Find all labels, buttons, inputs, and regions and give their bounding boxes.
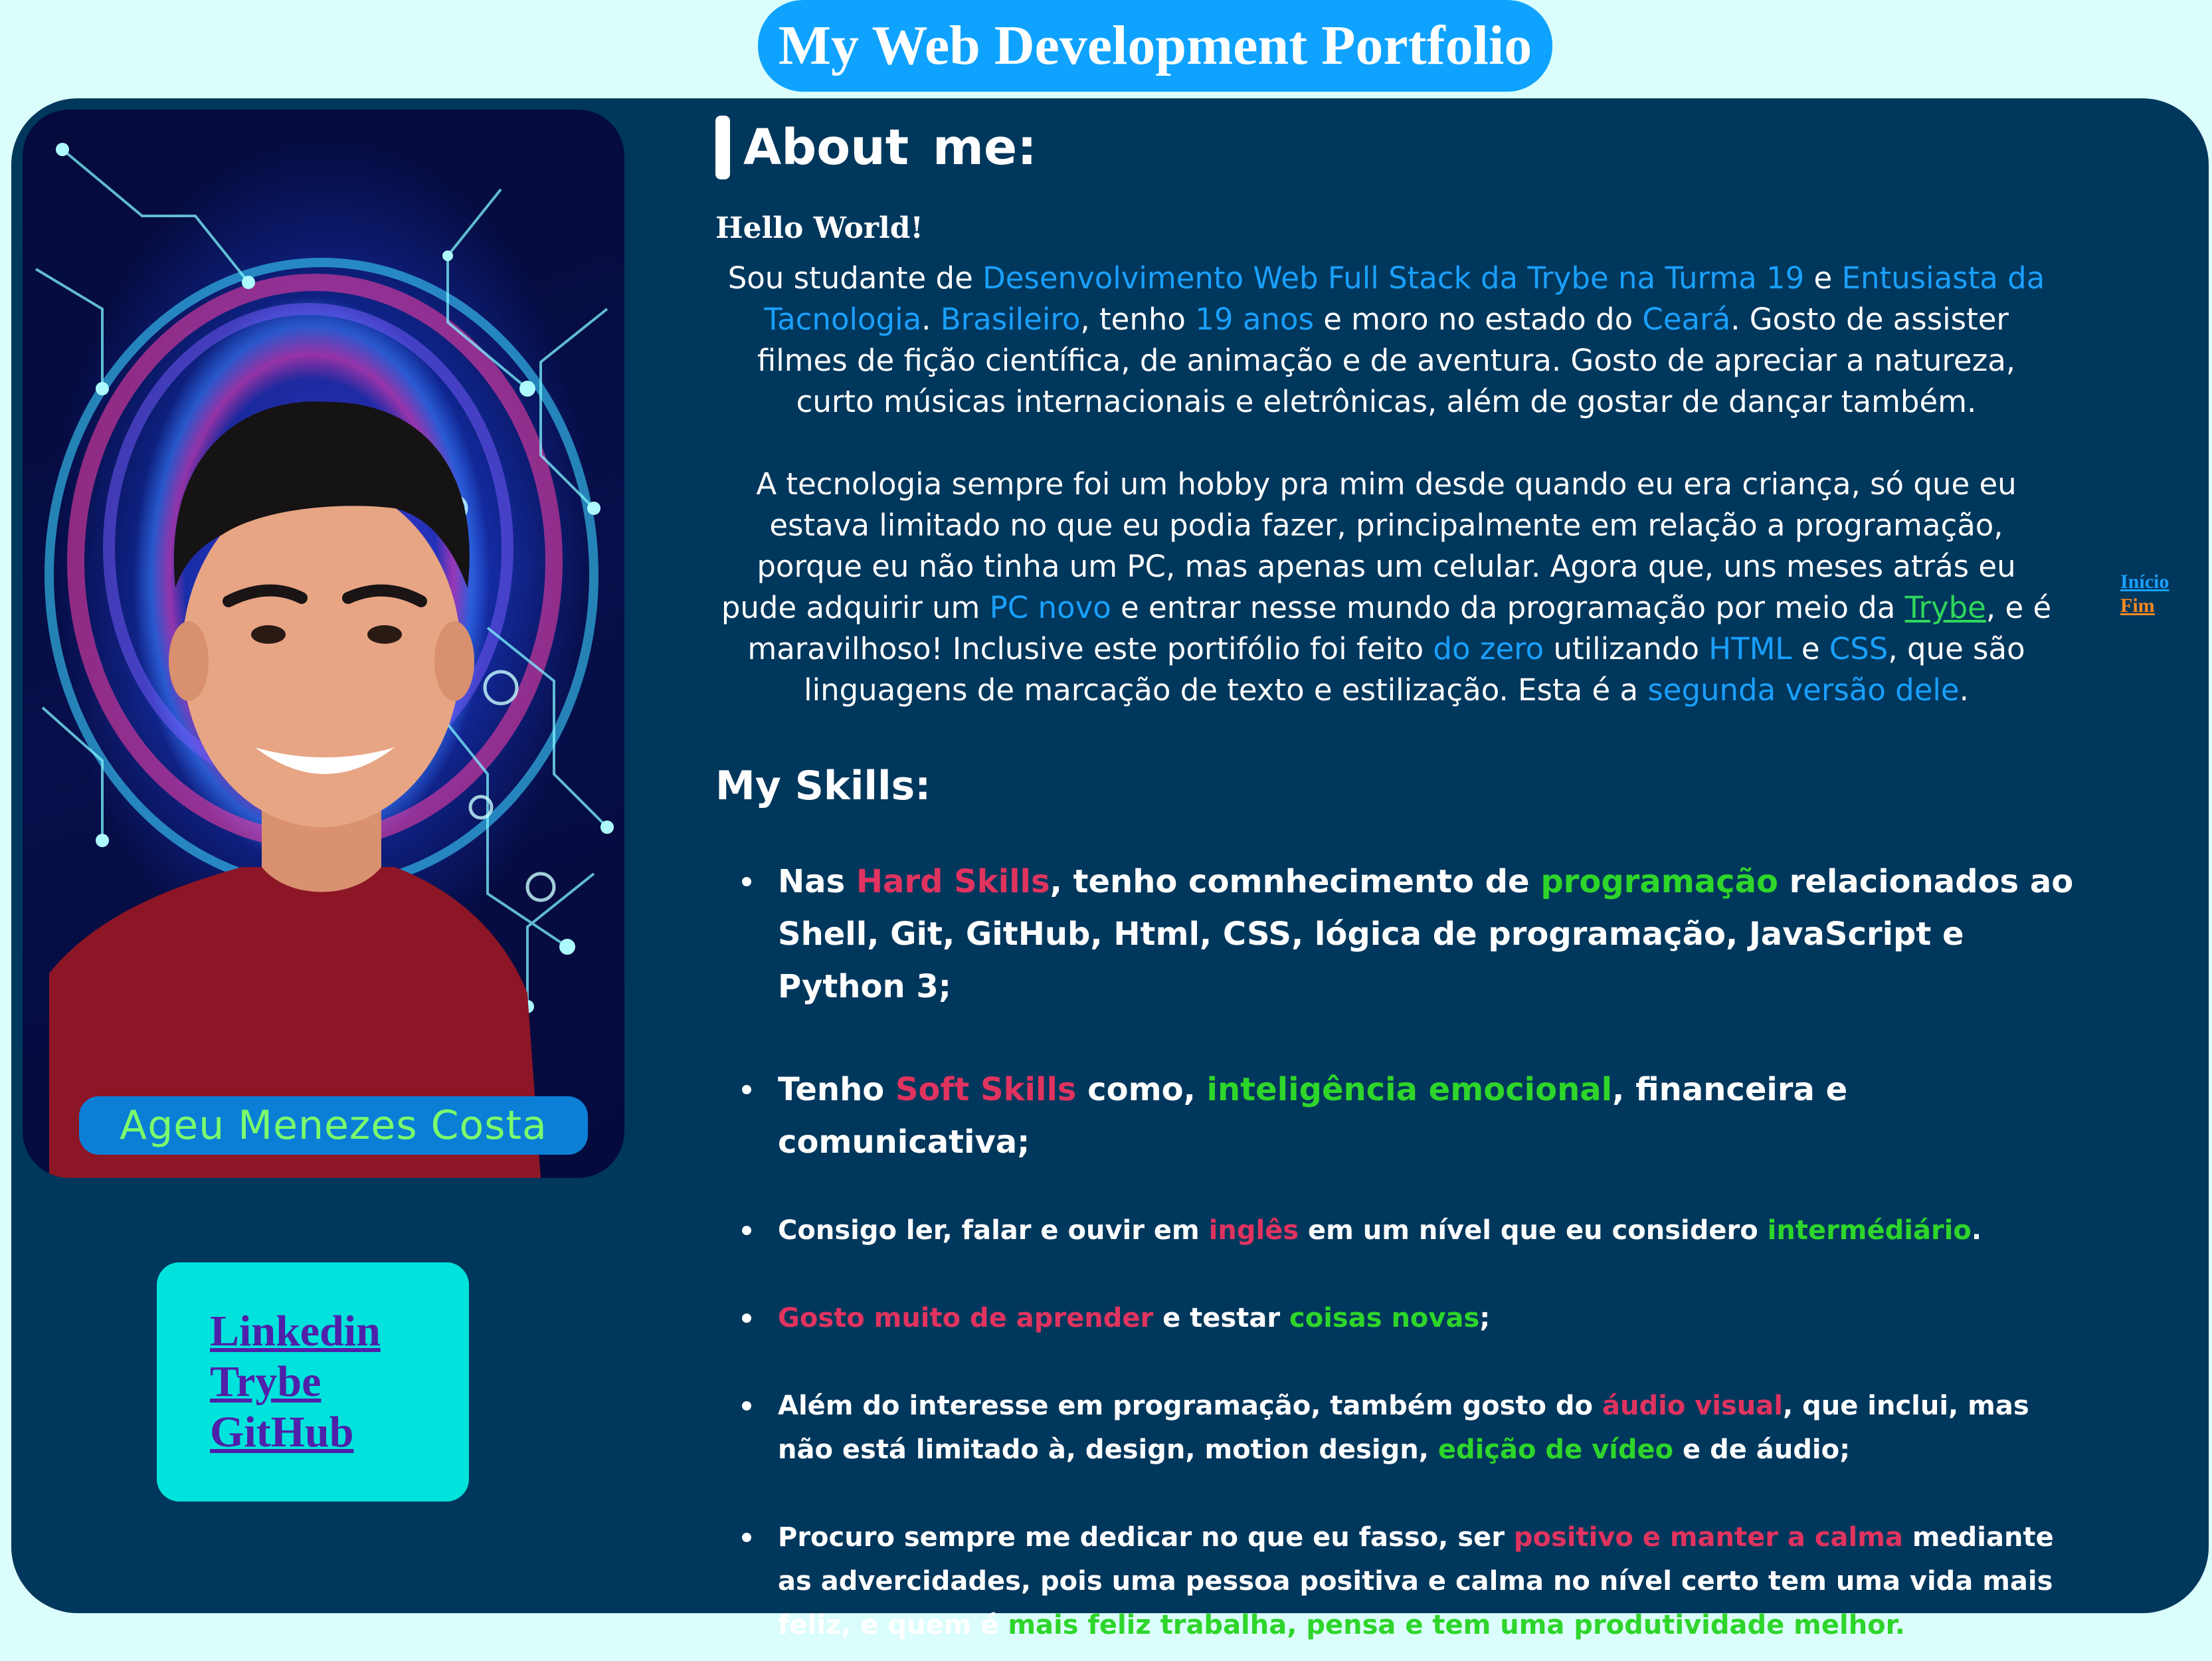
nav-start-link[interactable]: Início: [2120, 570, 2169, 594]
profile-photo-art: [35, 143, 614, 1178]
main-panel: Ageu Menezes Costa Linkedin Trybe GitHub…: [11, 98, 2209, 1640]
about-paragraph-2: A tecnologia sempre foi um hobby pra mim…: [721, 466, 2052, 708]
profile-name-badge: Ageu Menezes Costa: [79, 1096, 588, 1155]
linkedin-link[interactable]: Linkedin: [210, 1307, 381, 1355]
trybe-inline-link[interactable]: Trybe: [1905, 590, 1986, 625]
highlight-course: Desenvolvimento Web Full Stack da Trybe …: [982, 260, 1805, 296]
social-links-box: Linkedin Trybe GitHub: [157, 1262, 469, 1502]
side-nav: Início Fim: [2120, 570, 2169, 618]
highlight-state: Ceará: [1642, 302, 1731, 337]
skill-item-learning: Gosto muito de aprender e testar coisas …: [722, 1296, 2077, 1340]
about-heading-text: About me:: [743, 119, 1037, 176]
highlight-html: HTML: [1708, 631, 1792, 666]
skill-item-soft-skills: Tenho Soft Skills como, inteligência emo…: [722, 1064, 2077, 1169]
github-link[interactable]: GitHub: [210, 1408, 353, 1456]
highlight-from-scratch: do zero: [1433, 631, 1544, 666]
heading-accent-bar: [715, 116, 730, 179]
skills-list: Nas Hard Skills, tenho comnhecimento de …: [722, 856, 2077, 1647]
profile-photo: Ageu Menezes Costa: [23, 110, 624, 1178]
highlight-age: 19 anos: [1195, 302, 1314, 337]
skill-item-attitude: Procuro sempre me dedicar no que eu fass…: [722, 1515, 2077, 1647]
about-text: Sou studante de Desenvolvimento Web Full…: [715, 258, 2057, 752]
about-greeting: Hello World!: [715, 211, 923, 245]
skill-item-english: Consigo ler, falar e ouvir em inglês em …: [722, 1209, 2077, 1252]
highlight-css: CSS: [1829, 631, 1889, 666]
nav-end-link[interactable]: Fim: [2120, 594, 2169, 618]
about-heading: About me:: [715, 116, 1037, 179]
trybe-link[interactable]: Trybe: [210, 1357, 321, 1406]
highlight-nationality: Brasileiro: [940, 302, 1081, 337]
about-paragraph-1: Sou studante de Desenvolvimento Web Full…: [727, 260, 2045, 419]
highlight-pc: PC novo: [989, 590, 1111, 625]
page-title: My Web Development Portfolio: [758, 0, 1552, 92]
highlight-second-version: segunda versão dele: [1647, 672, 1960, 708]
skill-item-audiovisual: Além do interesse em programação, também…: [722, 1384, 2077, 1472]
skill-item-hard-skills: Nas Hard Skills, tenho comnhecimento de …: [722, 856, 2077, 1013]
skills-heading: My Skills:: [715, 763, 931, 809]
